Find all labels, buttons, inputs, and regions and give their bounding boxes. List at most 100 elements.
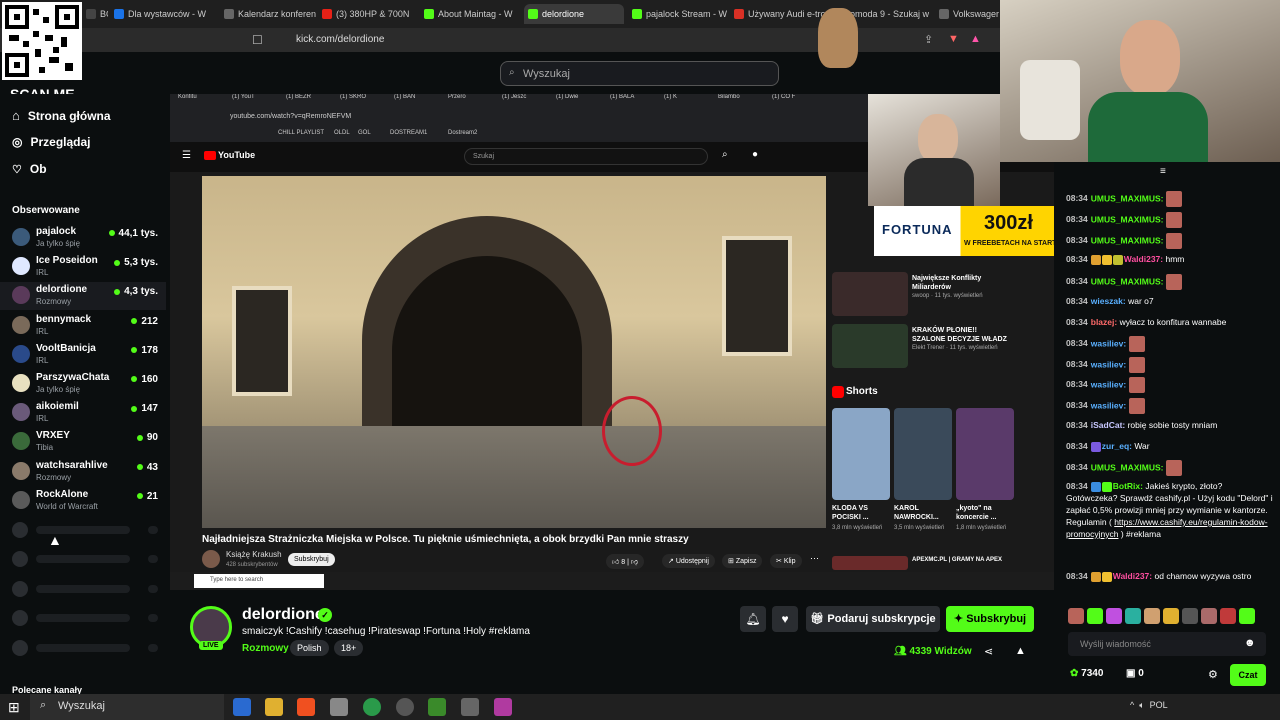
following-item[interactable]: bennymack IRL 212 [0,312,166,340]
chat-user[interactable]: wasiliev: [1091,379,1129,389]
following-item[interactable]: Ice Poseidon IRL 5,3 tys. [0,253,166,281]
quick-emote-icon[interactable] [1239,608,1255,624]
chat-user[interactable]: Waldi237: [1113,571,1152,581]
explorer-icon[interactable] [265,698,283,716]
taskbar-search[interactable]: ⌕ Wyszukaj [30,694,224,720]
chat-user[interactable]: blazej: [1091,317,1120,327]
chat-user[interactable]: UMUS_MAXIMUS: [1091,462,1166,472]
emote-quickbar[interactable] [1068,608,1266,626]
quick-emote-icon[interactable] [1144,608,1160,624]
following-item[interactable]: RockAlone World of Warcraft 21 [0,487,166,515]
chat-user[interactable]: wasiliev: [1091,359,1129,369]
category-link[interactable]: Rozmowy [242,643,289,654]
emote-icon [1128,357,1145,373]
pinned-icon[interactable]: ≡ [1160,166,1166,177]
following-item[interactable]: delordione Rozmowy 4,3 tys. [0,282,166,311]
browser-tab[interactable]: delordione [524,4,624,24]
chat-user[interactable]: wasiliev: [1091,400,1129,410]
nav-browse[interactable]: ◎ Przeglądaj [12,135,91,149]
chat-user[interactable]: zur_eq: [1102,441,1135,451]
kick-app-icon[interactable] [428,698,446,716]
chat-send-button[interactable]: Czat [1230,664,1266,686]
chat-user[interactable]: UMUS_MAXIMUS: [1091,214,1166,224]
browser-tab[interactable]: pajalock Stream - W [628,4,728,24]
chat-user[interactable]: UMUS_MAXIMUS: [1091,276,1166,286]
following-item[interactable]: VooltBanicja IRL 178 [0,341,166,369]
chat-time: 08:34 [1066,420,1088,430]
gift-subs-button[interactable]: 🎁︎ Podaruj subskrypcje [806,606,940,632]
url-text[interactable]: kick.com/delordione [296,34,384,45]
settings-icon[interactable] [461,698,479,716]
following-item[interactable]: watchsarahlive Rozmowy 43 [0,458,166,486]
notification-bell-button[interactable]: 🔔︎ [740,606,766,632]
following-item[interactable]: pajalock Ja tylko śpię 44,1 tys. [0,224,166,252]
chat-user[interactable]: wasiliev: [1091,338,1129,348]
following-item[interactable]: ParszywaChata Ja tylko śpię 160 [0,370,166,398]
quick-emote-icon[interactable] [1125,608,1141,624]
browser-tab[interactable]: Używany Audi e-tro [730,4,830,24]
chat-user[interactable]: BotRix: [1113,481,1143,491]
quick-emote-icon[interactable] [1068,608,1084,624]
tag-polish[interactable]: Polish [290,640,329,656]
quick-emote-icon[interactable] [1106,608,1122,624]
channel-name[interactable]: delordione [242,606,324,624]
edge-icon[interactable] [233,698,251,716]
browser-tab[interactable]: BO [82,4,108,24]
share-stream-icon[interactable]: ⋖ [984,645,993,658]
chat-input[interactable]: Wyślij wiadomość [1068,632,1266,656]
chat-user[interactable]: iSadCat: [1091,420,1128,430]
browser-tab[interactable]: About Maintag - W [420,4,520,24]
browser-tab[interactable]: Dla wystawców - W [110,4,214,24]
browser-tab[interactable]: (3) 380HP & 700N [318,4,418,24]
inner-taskbar-search-text: Type here to search [210,577,264,583]
quick-emote-icon[interactable] [1182,608,1198,624]
following-item[interactable]: VRXEY Tibia 90 [0,428,166,456]
brave-shield-icon[interactable]: ▼ [948,33,959,45]
tag-18plus[interactable]: 18+ [334,640,364,656]
save-label: Zapisz [735,558,757,565]
following-category: Tibia [36,443,54,453]
inner-taskbar: Type here to search [170,572,1054,590]
users-icon: 👥︎ [894,646,907,657]
follow-heart-button[interactable]: ♥ [772,606,798,632]
verified-badge-icon [1101,481,1112,492]
chat-user[interactable]: UMUS_MAXIMUS: [1091,235,1166,245]
tab-favicon-icon [86,9,96,19]
quick-emote-icon[interactable] [1087,608,1103,624]
mic-icon: ● [752,149,759,160]
share-icon[interactable]: ⇪ [924,33,933,46]
browser-tab[interactable]: Volkswager [935,4,1000,24]
rewards-icon[interactable]: ▲ [970,33,981,45]
drops-counter[interactable]: ▣ 0 [1126,668,1144,679]
app2-icon[interactable] [494,698,512,716]
channel-points[interactable]: ✿ 7340 [1070,668,1103,679]
quick-emote-icon[interactable] [1201,608,1217,624]
bookmark-icon[interactable]: ☐ [252,33,263,47]
inner-tab: (1) BALA [610,94,635,100]
windows-start-icon[interactable]: ⊞ [8,699,20,716]
obs-icon[interactable] [396,698,414,716]
report-icon[interactable]: ▲ [1015,645,1026,657]
chat-settings-icon[interactable]: ⚙ [1208,668,1218,681]
cobblestone [202,426,826,528]
quick-emote-icon[interactable] [1220,608,1236,624]
chat-user[interactable]: Waldi237: [1124,254,1166,264]
chat-user[interactable]: wieszak: [1091,296,1128,306]
emote-icon [1165,233,1182,249]
quick-emote-icon[interactable] [1163,608,1179,624]
brave-icon[interactable] [297,698,315,716]
following-item[interactable]: aikoiemil IRL 147 [0,399,166,427]
emoji-icon[interactable]: ☻ [1244,637,1256,649]
chrome-icon[interactable] [363,698,381,716]
crown-badge-icon [1090,571,1101,582]
subscribe-button[interactable]: ✦ Subskrybuj [946,606,1034,632]
browser-tab[interactable]: Kalendarz konferen [220,4,316,24]
nav-home[interactable]: ⌂ Strona główna [12,108,111,123]
viewer-count: 👥︎ 4339 Widzów [894,646,972,657]
system-tray[interactable]: ^ 🔈︎ POL [1130,700,1168,711]
nav-following[interactable]: ♡ Ob [12,162,47,176]
following-viewers: 147 [131,403,158,414]
search-input[interactable]: ⌕ Wyszukaj [500,61,779,86]
chat-user[interactable]: UMUS_MAXIMUS: [1091,193,1166,203]
app-icon[interactable] [330,698,348,716]
